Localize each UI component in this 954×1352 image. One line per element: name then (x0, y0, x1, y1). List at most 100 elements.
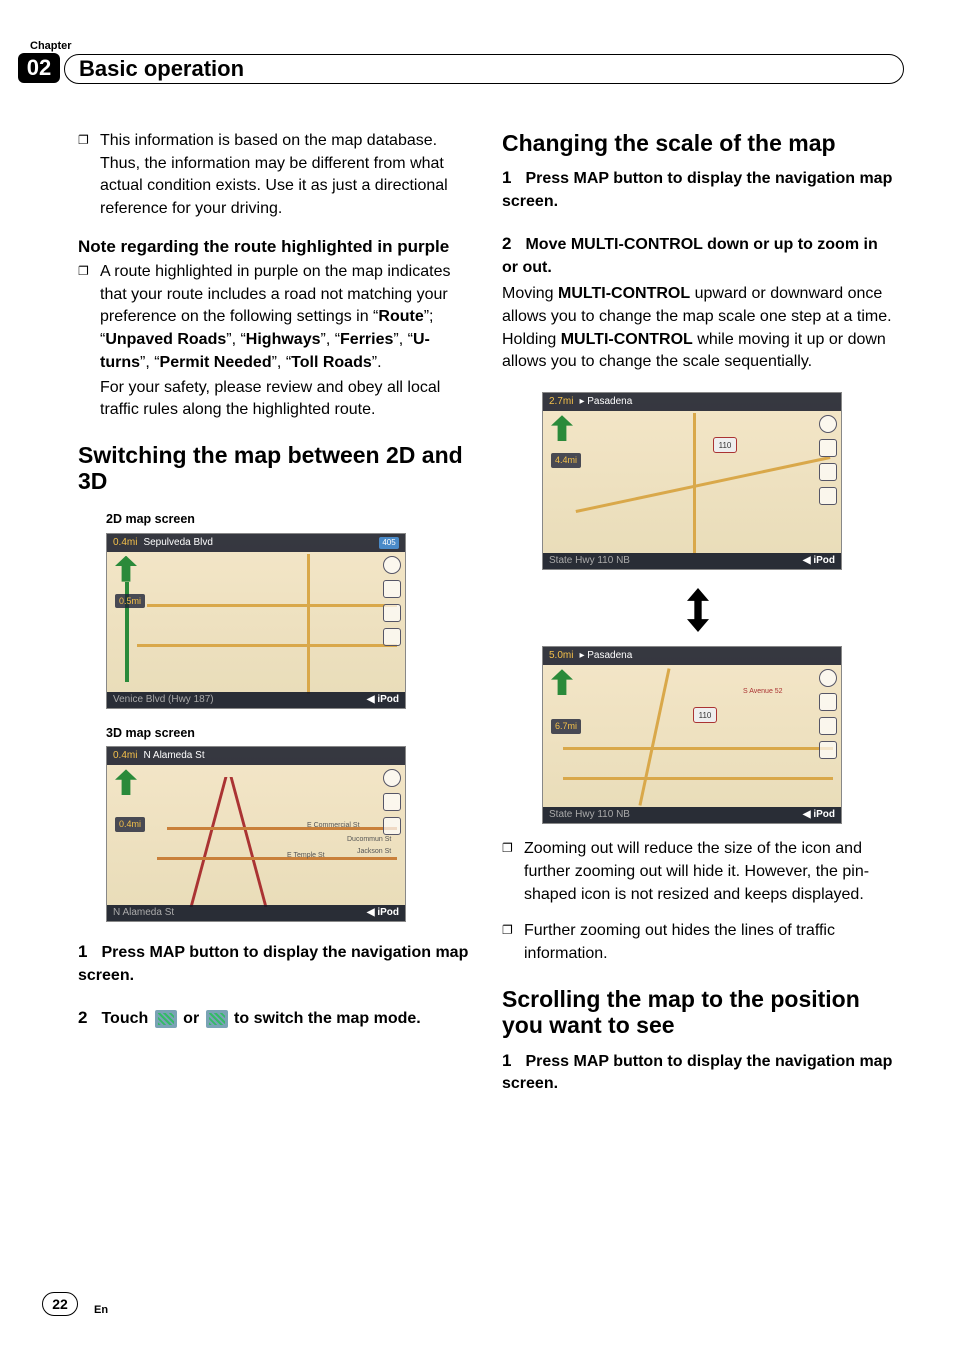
label-2d: 2D map screen (106, 511, 470, 529)
step-text: Press MAP button to display the navigati… (78, 944, 468, 984)
road-line (167, 827, 397, 830)
view-2d-icon (155, 1010, 177, 1028)
road-line (307, 554, 310, 694)
map-screenshot-2d: 0.4mi Sepulveda Blvd 405 0.5mi Venice Bl… (106, 533, 406, 709)
map1-street-top: Sepulveda Blvd (143, 536, 213, 550)
page-number-badge: 22 (42, 1292, 78, 1316)
step-text: Move MULTI-CONTROL down or up to zoom in… (502, 236, 878, 276)
turn-arrow-icon (551, 669, 573, 695)
road-line (230, 777, 268, 907)
map-control-icon (383, 817, 401, 835)
note-bullet-4: Further zooming out hides the lines of t… (502, 920, 894, 965)
step-2-left: 2 Touch or to switch the map mode. (78, 1006, 470, 1031)
language-label: En (94, 1304, 108, 1316)
map-screenshot-zoom2: 5.0mi ▸ Pasadena 6.7mi 110 S Avenue 52 S… (542, 646, 842, 824)
map-control-icon (819, 693, 837, 711)
b2-tail: For your safety, please review and obey … (100, 377, 470, 422)
step-text: Press MAP button to display the navigati… (502, 1053, 892, 1093)
map2-botbar: N Alameda St ◀ iPod (107, 905, 405, 921)
subhead-purple-route: Note regarding the route highlighted in … (78, 235, 470, 259)
turn-arrow-icon (551, 415, 573, 441)
b2-text-e: ”, “ (393, 331, 413, 348)
step-number: 1 (502, 1051, 511, 1070)
road-label: Jackson St (357, 847, 391, 857)
map1-side-icons (383, 556, 401, 646)
map4-botbar: State Hwy 110 NB ◀ iPod (543, 807, 841, 823)
road-label: E Commercial St (307, 821, 360, 831)
map3-topbar: 2.7mi ▸ Pasadena (543, 393, 841, 411)
map4-side-icons (819, 669, 837, 759)
map-control-icon (383, 580, 401, 598)
step-text: Touch or to switch the map mode. (101, 1010, 420, 1027)
chapter-label: Chapter (30, 40, 72, 52)
road-line (563, 777, 833, 780)
map1-dist-top: 0.4mi (113, 536, 137, 550)
road-line (137, 644, 397, 647)
step-text: Press MAP button to display the navigati… (502, 170, 892, 210)
b2-text-h: ”. (372, 354, 382, 371)
kw-unpaved: Unpaved Roads (105, 331, 226, 348)
map4-topbar: 5.0mi ▸ Pasadena (543, 647, 841, 665)
b2-text-f: ”, “ (140, 354, 160, 371)
p1a: Moving (502, 285, 558, 302)
road-label: E Temple St (287, 851, 325, 861)
map1-topbar: 0.4mi Sepulveda Blvd 405 (107, 534, 405, 552)
kw-multicontrol: MULTI-CONTROL (558, 285, 690, 302)
map1-dist-side: 0.5mi (115, 594, 145, 609)
map-control-icon (383, 604, 401, 622)
road-line (693, 413, 696, 553)
kw-route: Route (378, 308, 423, 325)
kw-permit: Permit Needed (160, 354, 272, 371)
map2-dist-top: 0.4mi (113, 749, 137, 763)
b2-text-g: ”, “ (272, 354, 292, 371)
section-changing-scale: Changing the scale of the map (502, 130, 894, 156)
step-number: 2 (78, 1008, 87, 1027)
compass-icon (383, 556, 401, 574)
map3-dist-side: 4.4mi (551, 453, 581, 468)
right-column: Changing the scale of the map 1Press MAP… (502, 130, 894, 1272)
map2-side-icons (383, 769, 401, 835)
map4-dist-top: 5.0mi (549, 649, 573, 663)
step-1-scroll: 1Press MAP button to display the navigat… (502, 1049, 894, 1096)
compass-icon (383, 769, 401, 787)
step-number: 1 (78, 942, 87, 961)
map4-dist-side: 6.7mi (551, 719, 581, 734)
section-scrolling: Scrolling the map to the position you wa… (502, 986, 894, 1039)
step-number: 2 (502, 234, 511, 253)
map1-route-badge: 405 (379, 537, 399, 549)
map-control-icon (819, 439, 837, 457)
map3-street-bot: State Hwy 110 NB (549, 554, 630, 568)
note-bullet-3: Zooming out will reduce the size of the … (502, 838, 894, 906)
kw-toll: Toll Roads (291, 354, 372, 371)
map-control-icon (819, 741, 837, 759)
turn-arrow-icon (115, 769, 137, 795)
map2-topbar: 0.4mi N Alameda St (107, 747, 405, 765)
hwy-shield-icon: 110 (693, 707, 717, 723)
compass-icon (819, 415, 837, 433)
map3-dist-top: 2.7mi (549, 395, 573, 409)
note-bullet-1: This information is based on the map dat… (78, 130, 470, 221)
map2-street-bot: N Alameda St (113, 906, 174, 920)
ipod-label: ◀ iPod (803, 808, 835, 822)
map2-street-top: N Alameda St (143, 749, 204, 763)
step-1-left: 1Press MAP button to display the navigat… (78, 940, 470, 987)
hwy-shield-icon: 110 (713, 437, 737, 453)
compass-icon (819, 669, 837, 687)
map-control-icon (819, 463, 837, 481)
up-down-arrow-icon (679, 588, 717, 632)
b2-text-d: ”, “ (320, 331, 340, 348)
step-1-right: 1Press MAP button to display the navigat… (502, 166, 894, 213)
map3-botbar: State Hwy 110 NB ◀ iPod (543, 553, 841, 569)
ipod-label: ◀ iPod (367, 693, 399, 707)
map-screenshot-3d: 0.4mi N Alameda St 0.4mi E Commercial St… (106, 746, 406, 922)
turn-arrow-icon (115, 556, 137, 582)
view-3d-icon (206, 1010, 228, 1028)
map3-street-top: Pasadena (587, 396, 632, 407)
map-control-icon (383, 628, 401, 646)
ipod-label: ◀ iPod (367, 906, 399, 920)
kw-ferries: Ferries (340, 331, 393, 348)
map-screenshot-zoom1: 2.7mi ▸ Pasadena 4.4mi 110 State Hwy 110… (542, 392, 842, 570)
map-control-icon (819, 487, 837, 505)
road-line (638, 668, 670, 806)
map1-street-bot: Venice Blvd (Hwy 187) (113, 693, 214, 707)
